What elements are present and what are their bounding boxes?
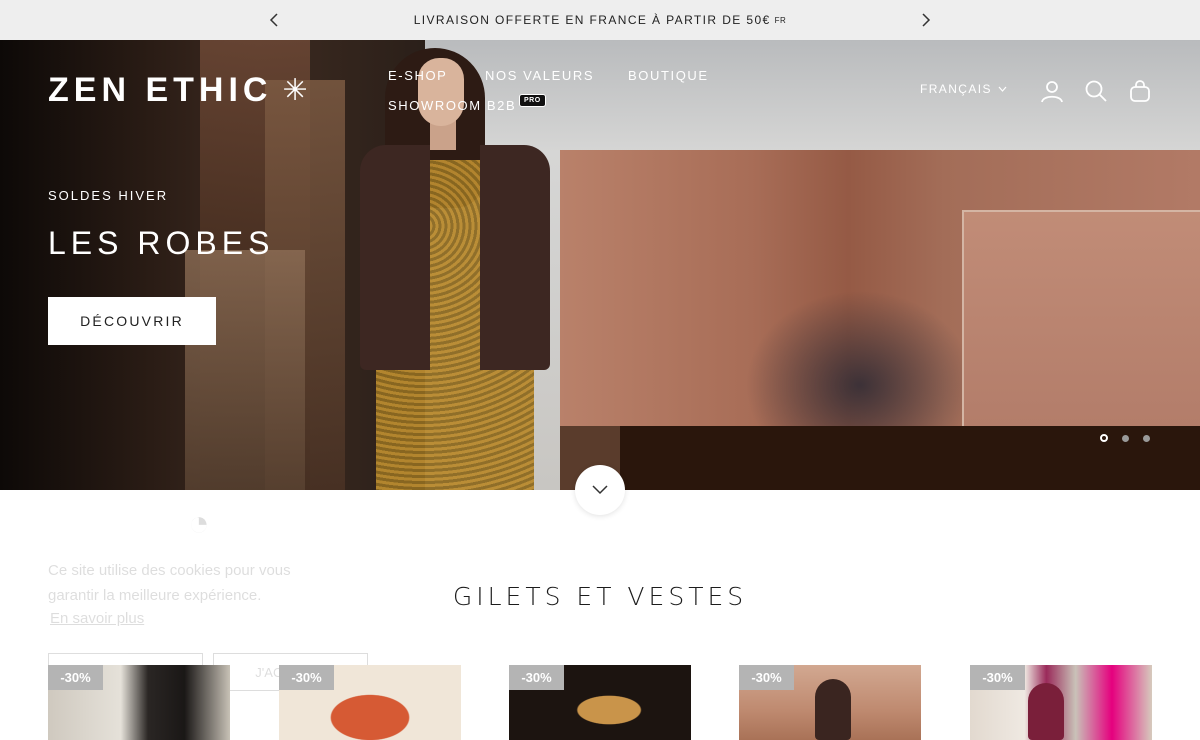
nav-item-showroom-b2b[interactable]: SHOWROOM B2B (388, 98, 516, 113)
announcement-next-button[interactable] (914, 8, 938, 32)
hero-eyebrow: SOLDES HIVER (48, 188, 169, 203)
logo-star-icon: ✳ (282, 73, 313, 107)
slide-dot-2[interactable] (1122, 434, 1129, 442)
site-logo[interactable]: ZEN ETHIC ✳ (48, 70, 313, 110)
hero-panel (962, 210, 1200, 426)
cart-button[interactable] (1127, 78, 1153, 104)
discount-badge: -30% (739, 665, 794, 690)
announcement-bar: LIVRAISON OFFERTE EN FRANCE À PARTIR DE … (0, 0, 1200, 40)
bag-icon (1130, 80, 1150, 102)
model-jacket-right (480, 145, 550, 370)
discount-badge: -30% (509, 665, 564, 690)
product-model (815, 679, 851, 740)
slideshow-dots (1100, 434, 1150, 442)
product-card[interactable]: -30% (970, 665, 1152, 740)
model-jacket-left (360, 145, 430, 370)
hero-plaster-shade (745, 290, 975, 426)
chevron-down-icon (592, 485, 608, 495)
flag-label: FR (774, 16, 787, 25)
announcement-message: LIVRAISON OFFERTE EN FRANCE À PARTIR DE … (300, 0, 900, 40)
product-card[interactable]: -30% (739, 665, 921, 740)
hero-title: LES ROBES (48, 225, 275, 261)
search-icon (1085, 80, 1107, 102)
slide-dot-1[interactable] (1100, 434, 1108, 442)
pro-badge: PRO (519, 94, 546, 107)
chevron-right-icon (922, 13, 931, 27)
scroll-down-button[interactable] (575, 465, 625, 515)
section-title: GILETS ET VESTES (452, 582, 748, 611)
account-icon (1041, 81, 1063, 103)
product-model (1028, 683, 1064, 740)
product-card[interactable]: -30% (279, 665, 461, 740)
language-label: FRANÇAIS (920, 82, 992, 96)
product-card[interactable]: -30% (509, 665, 691, 740)
language-selector[interactable]: FRANÇAIS (920, 82, 1007, 96)
search-button[interactable] (1083, 78, 1109, 104)
nav-item-boutique[interactable]: BOUTIQUE (628, 68, 709, 83)
announcement-text: LIVRAISON OFFERTE EN FRANCE À PARTIR DE … (413, 13, 771, 27)
hanging-garment (185, 250, 305, 490)
logo-text: ZEN ETHIC (48, 70, 273, 109)
cookie-learn-more-link[interactable]: En savoir plus (50, 610, 144, 627)
cookie-icon: ◔ (188, 502, 210, 543)
announcement-prev-button[interactable] (262, 8, 286, 32)
discount-badge: -30% (970, 665, 1025, 690)
chevron-down-icon (998, 86, 1007, 92)
discount-badge: -30% (279, 665, 334, 690)
chevron-left-icon (269, 13, 278, 27)
discover-button[interactable]: DÉCOUVRIR (48, 297, 216, 345)
nav-item-nos-valeurs[interactable]: NOS VALEURS (485, 68, 594, 83)
account-button[interactable] (1039, 78, 1065, 104)
product-card[interactable]: -30% (48, 665, 230, 740)
nav-item-eshop[interactable]: E-SHOP (388, 68, 447, 83)
discount-badge: -30% (48, 665, 103, 690)
slide-dot-3[interactable] (1143, 434, 1150, 442)
